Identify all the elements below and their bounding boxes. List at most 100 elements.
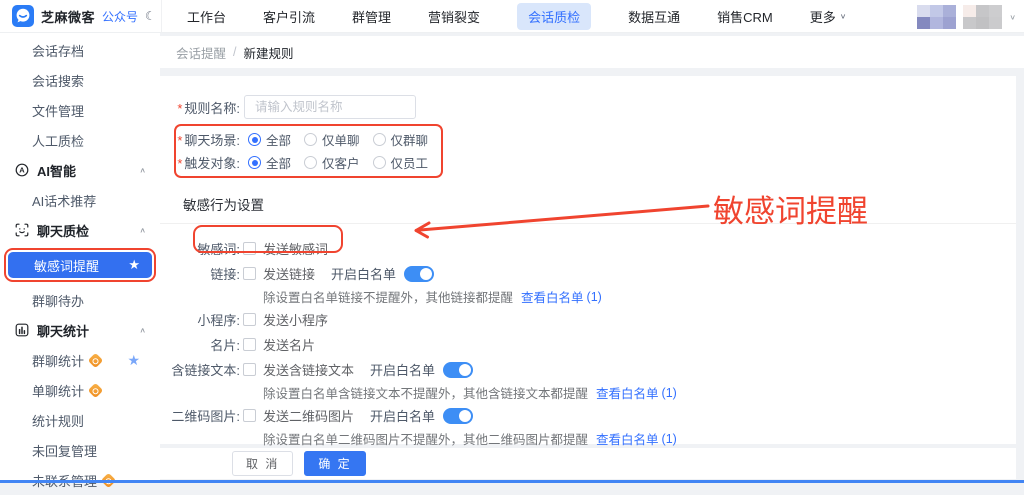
whitelist-label: 开启白名单 <box>370 406 435 425</box>
form-footer: 取 消 确 定 <box>160 448 1016 479</box>
sidebar-item-label: 单聊统计 <box>32 381 84 400</box>
radio-icon[interactable] <box>304 156 317 169</box>
behavior-label: 敏感词: <box>160 239 240 258</box>
behavior-label: 链接: <box>160 264 240 283</box>
sidebar-item-conversation-search[interactable]: 会话搜索 <box>0 65 160 95</box>
sidebar-section-label: AI智能 <box>37 161 76 180</box>
radio-scene-group-only[interactable]: 仅群聊 <box>373 130 429 149</box>
radio-target-all[interactable]: 全部 <box>248 153 291 172</box>
nav-item-more[interactable]: 更多 ∨ <box>810 7 847 26</box>
whitelist-toggle-on[interactable] <box>443 362 473 378</box>
sidebar-item-stats-rules[interactable]: 统计规则 <box>0 405 160 435</box>
nav-item-conversation-qc[interactable]: 会话质检 <box>517 3 591 30</box>
view-whitelist-link[interactable]: 查看白名单 <box>521 287 584 306</box>
checkbox-label[interactable]: 发送敏感词 <box>263 239 328 258</box>
checkbox-label[interactable]: 发送链接 <box>263 264 315 283</box>
chevron-down-icon[interactable]: ∨ <box>1009 13 1016 22</box>
sidebar-item-label: 敏感词提醒 <box>34 256 99 275</box>
star-icon[interactable]: ★ <box>127 352 140 369</box>
top-navbar: 芝麻微客 公众号 ☾ 工作台 客户引流 群管理 营销裂变 会话质检 数据互通 销… <box>0 0 1024 33</box>
checkbox-label[interactable]: 发送含链接文本 <box>263 360 354 379</box>
radio-target-employee-only[interactable]: 仅员工 <box>373 153 429 172</box>
confirm-button[interactable]: 确 定 <box>304 451 365 476</box>
breadcrumb-current: 新建规则 <box>244 43 294 62</box>
sidebar-section-chat-qc[interactable]: 聊天质检 ∧ <box>0 215 160 245</box>
vip-gem-icon <box>88 352 104 368</box>
checkbox-label[interactable]: 发送小程序 <box>263 310 328 329</box>
dark-mode-moon-icon[interactable]: ☾ <box>145 9 156 23</box>
sidebar-section-ai[interactable]: A AI智能 ∧ <box>0 155 160 185</box>
send-link-checkbox[interactable] <box>243 267 256 280</box>
brand-tag-official-account[interactable]: 公众号 <box>102 8 138 25</box>
nav-item-data-interchange[interactable]: 数据互通 <box>628 7 680 26</box>
collapse-icon[interactable]: ∧ <box>139 226 146 235</box>
collapse-icon[interactable]: ∧ <box>139 326 146 335</box>
view-whitelist-link[interactable]: 查看白名单 <box>596 383 659 402</box>
behavior-label: 名片: <box>160 335 240 354</box>
username-redacted <box>963 5 1002 29</box>
required-mark: * <box>177 101 182 116</box>
radio-scene-single-only[interactable]: 仅单聊 <box>304 130 360 149</box>
sidebar-item-manual-qc[interactable]: 人工质检 <box>0 125 160 155</box>
radio-icon[interactable] <box>373 133 386 146</box>
trigger-target-row: *触发对象: 全部 仅客户 仅员工 <box>176 151 428 174</box>
cancel-button[interactable]: 取 消 <box>232 451 293 476</box>
send-mini-program-checkbox[interactable] <box>243 313 256 326</box>
sidebar-item-file-management[interactable]: 文件管理 <box>0 95 160 125</box>
sidebar-item-unreplied-management[interactable]: 未回复管理 <box>0 435 160 465</box>
behavior-label: 二维码图片: <box>160 406 240 425</box>
collapse-icon[interactable]: ∧ <box>139 166 146 175</box>
radio-icon[interactable] <box>373 156 386 169</box>
whitelist-toggle-on[interactable] <box>443 408 473 424</box>
view-whitelist-link[interactable]: 查看白名单 <box>596 429 659 448</box>
sensitive-behavior-section-title: 敏感行为设置 <box>183 194 1016 214</box>
whitelist-toggle-on[interactable] <box>404 266 434 282</box>
whitelist-count[interactable]: (1) <box>662 386 677 400</box>
send-sensitive-word-checkbox[interactable] <box>243 242 256 255</box>
whitelist-count[interactable]: (1) <box>587 290 602 304</box>
sensitive-word-row: 敏感词: 发送敏感词 <box>160 236 1016 261</box>
sidebar-item-single-chat-stats[interactable]: 单聊统计 <box>0 375 160 405</box>
nav-more-label: 更多 <box>810 7 836 26</box>
nav-item-customer-acquisition[interactable]: 客户引流 <box>263 7 315 26</box>
business-card-row: 名片: 发送名片 <box>160 332 1016 357</box>
sidebar-item-ai-script-recommend[interactable]: AI话术推荐 <box>0 185 160 215</box>
main-nav: 工作台 客户引流 群管理 营销裂变 会话质检 数据互通 销售CRM 更多 ∨ <box>162 3 846 30</box>
nav-item-workbench[interactable]: 工作台 <box>187 7 226 26</box>
brand-area: 芝麻微客 公众号 ☾ <box>0 0 162 32</box>
sidebar: 会话存档 会话搜索 文件管理 人工质检 A AI智能 ∧ AI话术推荐 聊天质检… <box>0 33 160 483</box>
link-text-row: 含链接文本: 发送含链接文本 开启白名单 <box>160 357 1016 382</box>
send-qr-code-checkbox[interactable] <box>243 409 256 422</box>
radio-target-customer-only[interactable]: 仅客户 <box>304 153 360 172</box>
whitelist-count[interactable]: (1) <box>662 432 677 446</box>
radio-icon[interactable] <box>304 133 317 146</box>
nav-item-sales-crm[interactable]: 销售CRM <box>717 7 773 26</box>
sidebar-item-group-chat-stats[interactable]: 群聊统计 ★ <box>0 345 160 375</box>
scene-target-highlight-box: *聊天场景: 全部 仅单聊 仅群聊 *触发对象: 全部 仅客户 仅员工 <box>174 124 443 178</box>
link-row: 链接: 发送链接 开启白名单 <box>160 261 1016 286</box>
sidebar-section-chat-statistics[interactable]: 聊天统计 ∧ <box>0 315 160 345</box>
user-account-area[interactable]: ∨ <box>917 5 1016 29</box>
checkbox-label[interactable]: 发送名片 <box>263 335 315 354</box>
radio-selected-icon[interactable] <box>248 156 261 169</box>
rule-name-input[interactable] <box>244 95 416 119</box>
sidebar-item-conversation-archive[interactable]: 会话存档 <box>0 35 160 65</box>
chevron-down-icon: ∨ <box>840 12 847 21</box>
qr-code-image-row: 二维码图片: 发送二维码图片 开启白名单 <box>160 403 1016 428</box>
sidebar-item-group-chat-todo[interactable]: 群聊待办 <box>0 285 160 315</box>
nav-item-marketing-fission[interactable]: 营销裂变 <box>428 7 480 26</box>
whitelist-label: 开启白名单 <box>331 264 396 283</box>
trigger-target-label: *触发对象: <box>176 153 240 172</box>
radio-selected-icon[interactable] <box>248 133 261 146</box>
trigger-target-radio-group: 全部 仅客户 仅员工 <box>248 153 428 172</box>
breadcrumb-parent[interactable]: 会话提醒 <box>176 43 226 62</box>
checkbox-label[interactable]: 发送二维码图片 <box>263 406 354 425</box>
send-link-text-checkbox[interactable] <box>243 363 256 376</box>
nav-item-group-management[interactable]: 群管理 <box>352 7 391 26</box>
radio-scene-all[interactable]: 全部 <box>248 130 291 149</box>
annotation-text: 敏感词提醒 <box>713 186 868 231</box>
vip-gem-icon <box>88 382 104 398</box>
sidebar-item-sensitive-word-alert[interactable]: 敏感词提醒 ★ <box>8 252 152 278</box>
send-business-card-checkbox[interactable] <box>243 338 256 351</box>
star-icon[interactable]: ★ <box>128 257 140 273</box>
